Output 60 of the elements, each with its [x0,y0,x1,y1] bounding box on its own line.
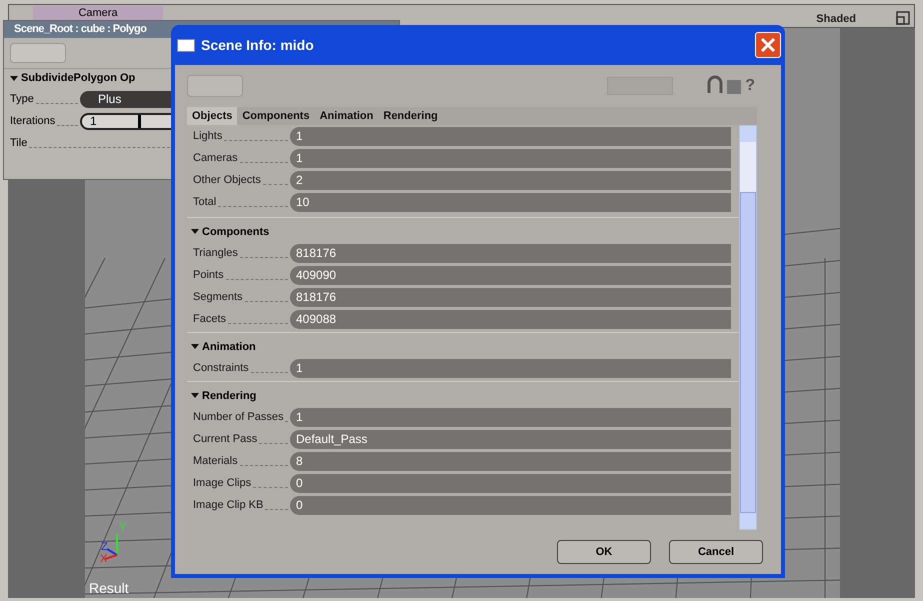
tab[interactable]: Components [237,107,315,125]
section-title: SubdividePolygon Op [21,71,136,86]
maximize-icon[interactable] [896,11,910,25]
window-icon [177,38,195,52]
type-dropdown[interactable]: Plus [80,90,172,108]
field-label: Cameras [193,150,238,166]
field-label: Lights [193,128,222,144]
tab[interactable]: Rendering [378,107,443,125]
value-field: 0 [290,496,731,514]
dialog-button[interactable]: OK [557,540,651,564]
tab[interactable]: Animation [314,107,378,125]
expand-triangle-icon[interactable] [191,392,199,400]
value-field: 818176 [290,288,731,306]
display-mode-menu[interactable]: Shaded [816,11,856,28]
value-field: 1 [290,148,731,168]
value-field: 409088 [290,310,731,328]
field-label: Iterations [10,114,56,129]
iterations-field[interactable]: 1 [80,112,138,130]
axis-gizmo-drawing: Y Z X [99,520,131,562]
group-title: Rendering [202,388,256,404]
field-label: Current Pass [193,432,258,447]
field-label: Facets [193,312,226,327]
value-field: 1 [290,126,731,146]
value-field: 409090 [290,266,731,284]
value-field: 8 [290,452,731,470]
field-label: Type [10,92,34,107]
field-label: Segments [193,290,243,305]
value-field: 10 [290,192,731,212]
value-field: 1 [290,358,731,378]
toolbar-icons[interactable] [705,75,744,97]
expand-triangle-icon[interactable] [10,74,18,82]
field-label: Other Objects [193,172,261,188]
close-button[interactable] [755,32,781,58]
window-title: Scene Info: mido [201,36,314,54]
group-title: Animation [202,340,256,355]
field-label: Points [193,268,224,283]
value-field: 818176 [290,244,731,262]
expand-triangle-icon[interactable] [191,228,199,236]
dialog-button[interactable]: Cancel [669,540,763,564]
value-field: 0 [290,474,731,492]
slider-thumb[interactable] [138,114,141,128]
field-label: Number of Passes [193,410,284,425]
tab[interactable]: Objects [187,107,238,125]
field-label: Materials [193,454,238,469]
iterations-slider[interactable] [138,112,172,130]
close-icon [760,37,776,53]
field-label: Image Clip KB [193,498,264,513]
expand-triangle-icon[interactable] [191,343,199,351]
group-title: Components [202,224,270,240]
scrollbar[interactable] [739,125,757,530]
viewport-label: Result [89,579,129,598]
value-field: 1 [290,408,731,426]
field-label: Tile [10,136,28,151]
field-label: Total [193,194,216,210]
camera-dropdown[interactable]: Camera [33,6,163,20]
field-label: Image Clips [193,476,252,491]
value-field: Default_Pass [290,430,731,448]
value-field: 2 [290,170,731,190]
field-label: Constraints [193,360,249,376]
field-label: Triangles [193,246,238,261]
